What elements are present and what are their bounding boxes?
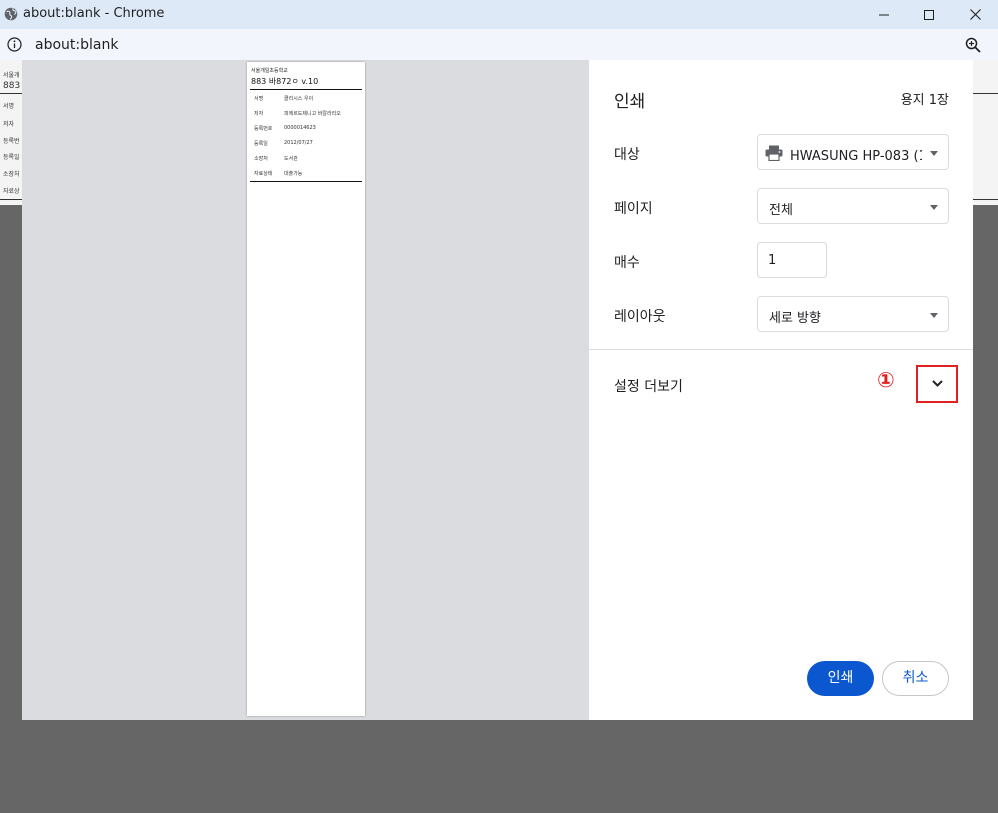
underlying-text: 등록일: [3, 154, 20, 161]
destination-label: 대상: [614, 147, 640, 163]
underlying-text: 소장처: [3, 171, 20, 178]
preview-row-key: 등록일: [254, 141, 268, 147]
chevron-down-icon: [930, 151, 938, 156]
step-badge: ①: [877, 368, 895, 392]
chevron-down-icon: [930, 205, 938, 210]
preview-row: 등록일 2012/07/27: [247, 140, 365, 152]
printer-icon: [765, 145, 783, 161]
url-text[interactable]: about:blank: [35, 37, 118, 53]
preview-row-value: 도서관: [284, 156, 298, 162]
preview-row-key: 소장처: [254, 156, 268, 162]
pages-select[interactable]: 전체: [757, 188, 949, 224]
destination-value: HWASUNG HP-083 (1 복: [790, 149, 922, 164]
preview-row-value: 0000014623: [284, 125, 316, 131]
window-titlebar: about:blank - Chrome: [0, 0, 998, 29]
info-icon[interactable]: [7, 37, 22, 52]
copies-input[interactable]: 1: [757, 242, 827, 278]
pages-label: 페이지: [614, 201, 653, 217]
preview-row-value: 클리시스 우이: [284, 96, 314, 102]
cancel-button[interactable]: 취소: [882, 661, 949, 696]
print-settings-panel: 인쇄 용지 1장 대상 HWASUNG HP-083 (1 복 페이지 전체 매…: [589, 60, 973, 720]
copies-label: 매수: [614, 255, 640, 271]
underlying-text: 서명: [3, 103, 15, 110]
destination-select[interactable]: HWASUNG HP-083 (1 복: [757, 134, 949, 170]
chevron-down-icon: [930, 313, 938, 318]
pages-value: 전체: [769, 203, 793, 218]
minimize-button[interactable]: [861, 0, 907, 29]
layout-select[interactable]: 세로 방향: [757, 296, 949, 332]
preview-sheet: 서울개일초등학교 883 바872ㅇ v.10 서명 클리시스 우이 저자 피에…: [247, 62, 365, 716]
layout-label: 레이아웃: [614, 309, 666, 325]
panel-title: 인쇄: [614, 92, 646, 112]
underlying-text: 서울개: [3, 72, 20, 79]
preview-row-key: 저자: [254, 111, 264, 117]
underlying-text: 등록번: [3, 138, 20, 145]
more-settings-expand-button[interactable]: [916, 365, 958, 403]
print-preview-area: 서울개일초등학교 883 바872ㅇ v.10 서명 클리시스 우이 저자 피에…: [22, 60, 589, 720]
preview-school: 서울개일초등학교: [251, 68, 288, 74]
globe-icon: [4, 7, 18, 21]
more-settings-label[interactable]: 설정 더보기: [614, 376, 683, 396]
preview-row: 소장처 도서관: [247, 155, 365, 167]
preview-call-number: 883 바872ㅇ v.10: [251, 77, 319, 86]
maximize-icon: [924, 9, 934, 20]
chevron-down-icon: [932, 380, 943, 387]
preview-row: 저자 피에르도제니고 바칼라리오: [247, 110, 365, 122]
preview-row-key: 자료상태: [254, 171, 273, 177]
minimize-icon: [879, 14, 889, 15]
close-icon: [969, 9, 981, 20]
preview-row-key: 서명: [254, 96, 264, 102]
divider: [589, 349, 973, 350]
underlying-text: 저자: [3, 121, 15, 128]
underlying-text: 883: [3, 81, 21, 91]
maximize-button[interactable]: [906, 0, 952, 29]
preview-row-key: 등록번호: [254, 126, 273, 132]
zoom-icon[interactable]: [965, 37, 981, 53]
underlying-text: 자료상: [3, 188, 20, 195]
preview-row: 등록번호 0000014623: [247, 125, 365, 137]
sheet-count: 용지 1장: [900, 93, 949, 108]
divider: [250, 89, 362, 90]
divider: [250, 181, 362, 182]
preview-row-value: 피에르도제니고 바칼라리오: [284, 111, 341, 117]
preview-row: 서명 클리시스 우이: [247, 95, 365, 107]
print-button[interactable]: 인쇄: [807, 661, 874, 696]
window-title: about:blank - Chrome: [23, 6, 165, 21]
address-bar: about:blank: [0, 29, 998, 60]
layout-value: 세로 방향: [769, 311, 821, 326]
preview-row-value: 2012/07/27: [284, 140, 313, 146]
close-button[interactable]: [952, 0, 998, 29]
preview-row-value: 대출가능: [284, 171, 303, 177]
